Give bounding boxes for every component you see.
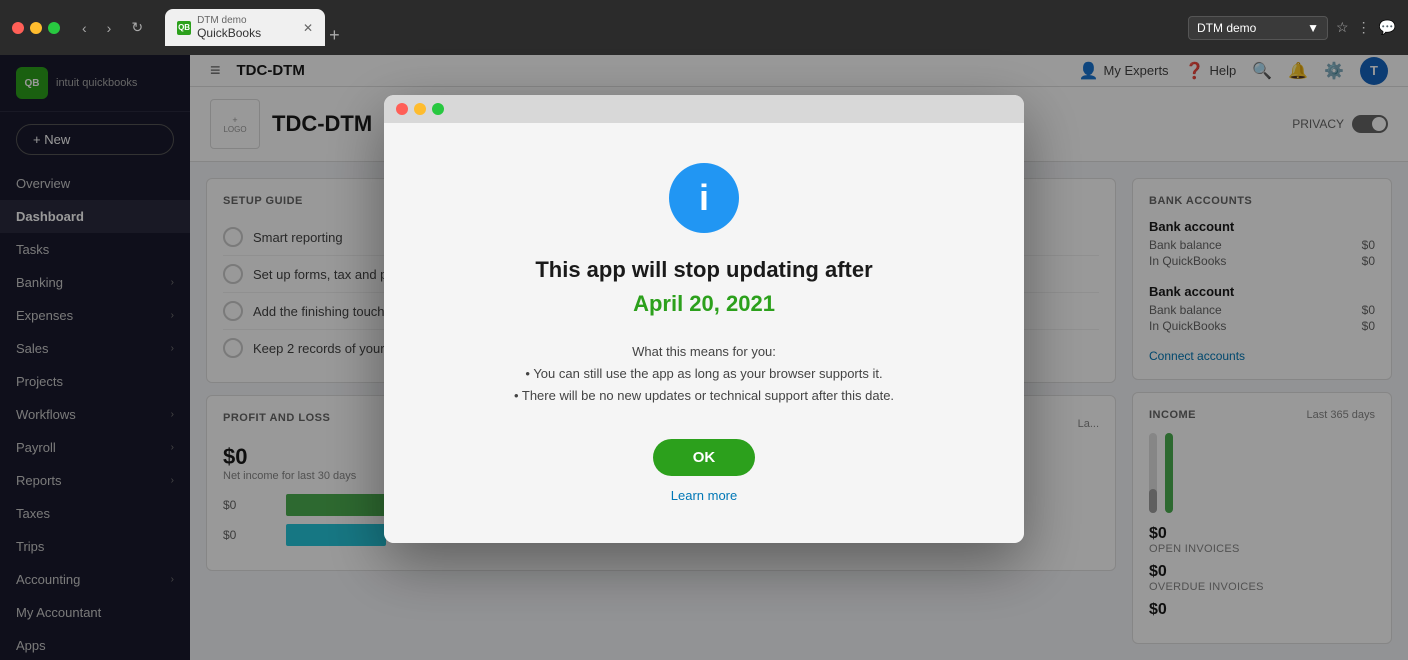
nav-forward-button[interactable]: › [101,16,118,40]
tab-label: QuickBooks [197,26,261,40]
maximize-dot[interactable] [48,22,60,34]
demo-selector[interactable]: DTM demo ▼ [1188,16,1328,40]
modal-info-icon: i [669,163,739,233]
nav-refresh-button[interactable]: ↻ [125,15,149,40]
browser-dots [12,22,60,34]
tab-info: DTM demo QuickBooks [197,15,261,40]
modal-minimize-dot[interactable] [414,103,426,115]
close-dot[interactable] [12,22,24,34]
modal-close-dot[interactable] [396,103,408,115]
nav-back-button[interactable]: ‹ [76,16,93,40]
browser-chrome: ‹ › ↻ QB DTM demo QuickBooks ✕ + DTM dem… [0,0,1408,55]
modal-overlay: i This app will stop updating after Apri… [0,55,1408,660]
browser-menu-icon[interactable]: ⋮ [1357,19,1371,36]
modal-description: What this means for you: • You can still… [434,341,974,407]
modal-ok-button[interactable]: OK [653,439,756,476]
modal-what-label: What this means for you: [434,341,974,363]
modal-window: i This app will stop updating after Apri… [384,95,1024,543]
tab-close-button[interactable]: ✕ [303,21,313,35]
tab-bar: QB DTM demo QuickBooks ✕ + [165,9,1180,46]
tab-subtitle: DTM demo [197,15,261,26]
modal-learn-more-link[interactable]: Learn more [671,488,737,503]
chat-icon[interactable]: 💬 [1379,19,1396,36]
browser-right-controls: DTM demo ▼ ☆ ⋮ 💬 [1188,16,1396,40]
bookmark-icon[interactable]: ☆ [1336,19,1349,36]
tab-favicon: QB [177,21,191,35]
modal-title: This app will stop updating after [434,257,974,283]
active-tab[interactable]: QB DTM demo QuickBooks ✕ [165,9,325,46]
new-tab-button[interactable]: + [329,25,340,46]
minimize-dot[interactable] [30,22,42,34]
modal-date: April 20, 2021 [434,291,974,317]
modal-titlebar [384,95,1024,123]
modal-body: i This app will stop updating after Apri… [384,123,1024,543]
modal-bullet1: • You can still use the app as long as y… [434,363,974,385]
modal-maximize-dot[interactable] [432,103,444,115]
modal-bullet2: • There will be no new updates or techni… [434,385,974,407]
